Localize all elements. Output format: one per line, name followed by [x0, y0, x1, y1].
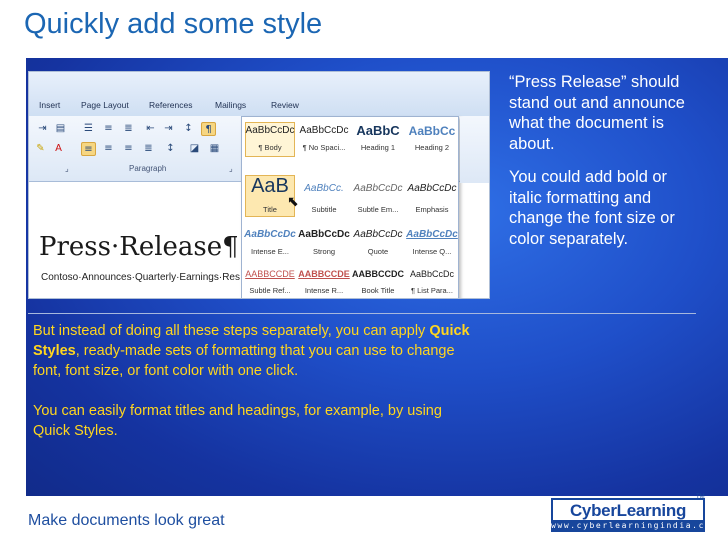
quick-styles-paragraph-2: You can easily format titles and heading…	[33, 403, 442, 439]
dialog-launcher-icon[interactable]: ⌟	[229, 164, 233, 173]
multilevel-list-icon[interactable]: ≣	[121, 122, 136, 136]
tab-page-layout[interactable]: Page Layout	[81, 100, 129, 110]
tab-references[interactable]: References	[149, 100, 192, 110]
increase-indent-icon[interactable]: ⇥	[161, 122, 176, 136]
dialog-launcher-icon[interactable]: ⌟	[65, 164, 69, 173]
style-body[interactable]: AaBbCcDc ¶ Body	[243, 123, 297, 159]
ribbon-tab-strip: Insert Page Layout References Mailings R…	[29, 72, 489, 116]
borders-icon[interactable]: ▦	[207, 142, 222, 156]
align-left-icon[interactable]: ≡	[81, 142, 96, 156]
font-color-icon[interactable]: A	[51, 142, 66, 156]
format-icon[interactable]: ▤	[53, 122, 68, 136]
sort-icon[interactable]: ↕	[181, 122, 196, 136]
style-intense-quote[interactable]: AaBbCcDc Intense Q...	[405, 229, 459, 263]
style-emphasis[interactable]: AaBbCcDc Emphasis	[405, 175, 459, 219]
explanation-paragraph-1: “Press Release” should stand out and ann…	[509, 73, 685, 153]
slide-title: Quickly add some style	[24, 8, 323, 40]
format-icon[interactable]: ⇥	[35, 122, 50, 136]
logo-url: www.cyberlearningindia.com	[551, 520, 718, 532]
tab-mailings[interactable]: Mailings	[215, 100, 246, 110]
style-subtitle[interactable]: AaBbCc. Subtitle	[297, 175, 351, 219]
highlight-icon[interactable]: ✎	[33, 142, 48, 156]
align-right-icon[interactable]: ≡	[121, 142, 136, 156]
show-formatting-icon[interactable]: ¶	[201, 122, 216, 136]
style-subtle-reference[interactable]: AABBCCDE Subtle Ref...	[243, 269, 297, 298]
style-intense-reference[interactable]: AABBCCDE Intense R...	[297, 269, 351, 298]
document-heading[interactable]: Press·Release¶	[39, 232, 239, 262]
justify-icon[interactable]: ≣	[141, 142, 156, 156]
tab-insert[interactable]: Insert	[39, 100, 60, 110]
explanation-text: “Press Release” should stand out and ann…	[509, 72, 701, 249]
paragraph-group-label: Paragraph	[129, 164, 167, 173]
logo-wordmark: CyberLearning	[569, 501, 687, 520]
trademark-mark: TM	[696, 494, 705, 500]
numbering-icon[interactable]: ≡	[101, 122, 116, 136]
bullets-icon[interactable]: ☰	[81, 122, 96, 136]
quick-styles-text: But instead of doing all these steps sep…	[33, 321, 481, 441]
gallery-scroll-area[interactable]	[460, 117, 489, 183]
style-quote[interactable]: AaBbCcDc Quote	[351, 229, 405, 263]
slide-footer: Make documents look great	[28, 512, 225, 529]
style-book-title[interactable]: AABBCCDC Book Title	[351, 269, 405, 298]
style-strong[interactable]: AaBbCcDc Strong	[297, 229, 351, 263]
quick-styles-gallery: AaBbCcDc ¶ Body AaBbCcDc ¶ No Spaci... A…	[241, 116, 459, 298]
style-heading-2[interactable]: AaBbCc Heading 2	[405, 123, 459, 159]
document-page: Press·Release¶ Contoso·Announces·Quarter…	[29, 183, 240, 298]
style-heading-1[interactable]: AaBbC Heading 1	[351, 123, 405, 159]
style-no-spacing[interactable]: AaBbCcDc ¶ No Spaci...	[297, 123, 351, 159]
align-center-icon[interactable]: ≡	[101, 142, 116, 156]
line-spacing-icon[interactable]: ↕	[163, 142, 178, 156]
document-subtext[interactable]: Contoso·Announces·Quarterly·Earnings·Res	[41, 272, 240, 283]
cyberlearning-logo: CyberLearning www.cyberlearningindia.com	[551, 498, 718, 532]
decrease-indent-icon[interactable]: ⇤	[143, 122, 158, 136]
word-screenshot: Insert Page Layout References Mailings R…	[28, 71, 490, 299]
divider-line	[28, 313, 696, 314]
quick-styles-paragraph-1: But instead of doing all these steps sep…	[33, 323, 470, 379]
shading-icon[interactable]: ◪	[187, 142, 202, 156]
explanation-paragraph-2: You could add bold or italic formatting …	[509, 168, 675, 248]
style-list-paragraph[interactable]: AaBbCcDc ¶ List Para...	[405, 269, 459, 298]
style-intense-emphasis[interactable]: AaBbCcDc Intense E...	[243, 229, 297, 263]
tab-review[interactable]: Review	[271, 100, 299, 110]
mouse-cursor-icon: ⬉	[287, 194, 299, 210]
style-subtle-emphasis[interactable]: AaBbCcDc Subtle Em...	[351, 175, 405, 219]
